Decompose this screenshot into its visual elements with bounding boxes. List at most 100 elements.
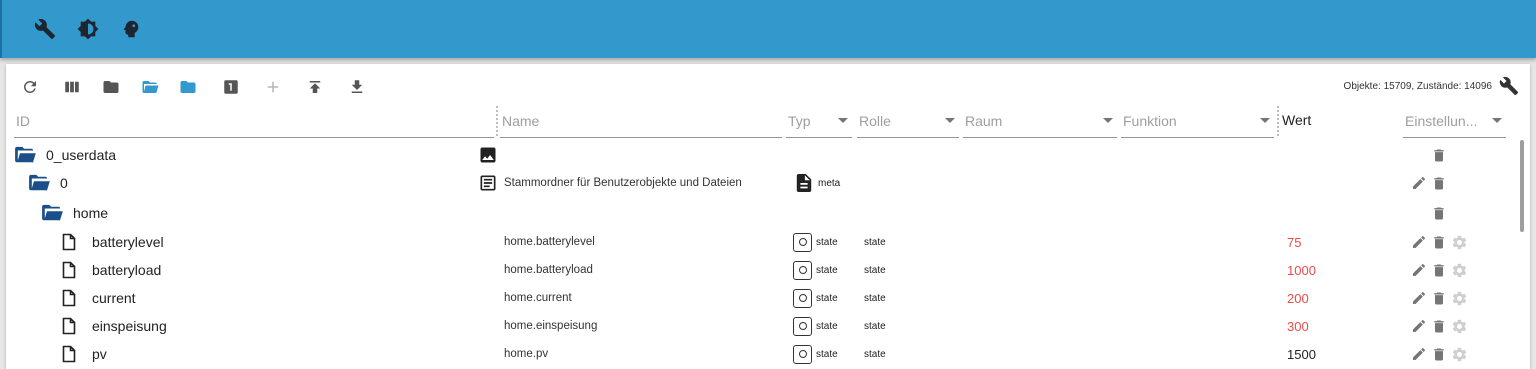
trash-icon[interactable] bbox=[1429, 202, 1449, 224]
chevron-down-icon bbox=[1492, 118, 1502, 123]
object-type: state bbox=[816, 264, 838, 276]
column-resizer[interactable] bbox=[1277, 106, 1279, 136]
table-row[interactable]: home bbox=[6, 199, 1516, 227]
folder-closed-icon[interactable] bbox=[100, 76, 122, 98]
file-icon bbox=[62, 345, 86, 363]
wert-column-label: Wert bbox=[1282, 112, 1312, 128]
edit-icon[interactable] bbox=[1409, 259, 1429, 281]
column-resizer[interactable] bbox=[496, 106, 498, 136]
object-name: Stammordner für Benutzerobjekte und Date… bbox=[504, 177, 742, 189]
trash-icon[interactable] bbox=[1429, 315, 1449, 337]
object-value[interactable]: 1000 bbox=[1287, 256, 1316, 284]
file-icon bbox=[62, 261, 86, 279]
folder-open-icon[interactable] bbox=[28, 174, 54, 192]
object-id: batteryload bbox=[92, 262, 162, 278]
wrench-icon[interactable] bbox=[32, 16, 58, 42]
file-icon bbox=[62, 289, 86, 307]
object-value[interactable]: 300 bbox=[1287, 312, 1309, 340]
typ-select[interactable]: Typ bbox=[786, 106, 852, 138]
action-spacer bbox=[1409, 202, 1429, 224]
object-name: home.current bbox=[504, 292, 572, 304]
table-row[interactable]: 0 Stammordner für Benutzerobjekte und Dat… bbox=[6, 169, 1516, 197]
add-icon[interactable] bbox=[262, 76, 284, 98]
app-bar bbox=[0, 0, 1536, 58]
object-type: state bbox=[816, 292, 838, 304]
edit-icon[interactable] bbox=[1409, 231, 1429, 253]
table-row[interactable]: einspeisung home.einspeisung state state 300 bbox=[6, 312, 1516, 340]
rolle-select[interactable]: Rolle bbox=[857, 106, 959, 138]
object-id: 0_userdata bbox=[46, 147, 117, 163]
trash-icon[interactable] bbox=[1429, 231, 1449, 253]
folder-open-icon[interactable] bbox=[14, 146, 40, 164]
gear-icon[interactable] bbox=[1449, 287, 1469, 309]
folder-open-icon[interactable] bbox=[139, 76, 161, 98]
state-icon bbox=[793, 288, 812, 308]
gear-icon[interactable] bbox=[1449, 231, 1469, 253]
table-row[interactable]: batterylevel home.batterylevel state state 7… bbox=[6, 228, 1516, 256]
object-name: home.einspeisung bbox=[504, 320, 598, 332]
wrench-icon[interactable] bbox=[1498, 75, 1520, 97]
object-value[interactable]: 75 bbox=[1287, 228, 1301, 256]
table-row[interactable]: batteryload home.batteryload state state 100… bbox=[6, 256, 1516, 284]
trash-icon[interactable] bbox=[1429, 343, 1449, 365]
trash-icon[interactable] bbox=[1429, 172, 1449, 194]
folder-blue-icon[interactable] bbox=[177, 76, 199, 98]
object-name: home.pv bbox=[504, 348, 549, 360]
object-type: state bbox=[816, 348, 838, 360]
columns-icon[interactable] bbox=[61, 76, 83, 98]
object-type: state bbox=[816, 236, 838, 248]
object-id: current bbox=[92, 290, 136, 306]
raum-select[interactable]: Raum bbox=[963, 106, 1117, 138]
gear-icon[interactable] bbox=[1449, 343, 1469, 365]
action-spacer bbox=[1449, 144, 1469, 166]
gear-icon[interactable] bbox=[1449, 259, 1469, 281]
edit-icon[interactable] bbox=[1409, 315, 1429, 337]
edit-icon[interactable] bbox=[1409, 287, 1429, 309]
object-type: state bbox=[816, 320, 838, 332]
object-id: batterylevel bbox=[92, 234, 164, 250]
trash-icon[interactable] bbox=[1429, 259, 1449, 281]
scrollbar[interactable] bbox=[1520, 140, 1524, 232]
upload-icon[interactable] bbox=[304, 76, 326, 98]
funktion-select[interactable]: Funktion bbox=[1121, 106, 1274, 138]
table-row[interactable]: pv home.pv state state 1500 bbox=[6, 340, 1516, 368]
name-filter-input[interactable]: Name bbox=[500, 106, 782, 138]
document-icon bbox=[796, 174, 812, 192]
object-counts: Objekte: 15709, Zustände: 14096 bbox=[1343, 81, 1492, 92]
chevron-down-icon bbox=[945, 118, 955, 123]
typ-column-label: Typ bbox=[788, 113, 811, 129]
action-spacer bbox=[1449, 202, 1469, 224]
id-filter-input[interactable]: ID bbox=[14, 106, 494, 138]
number-one-icon[interactable] bbox=[220, 76, 242, 98]
einstellungen-column-label: Einstellun... bbox=[1405, 113, 1478, 129]
rolle-column-label: Rolle bbox=[859, 113, 891, 129]
edit-icon[interactable] bbox=[1409, 343, 1429, 365]
trash-icon[interactable] bbox=[1429, 144, 1449, 166]
state-icon bbox=[793, 316, 812, 336]
object-id: home bbox=[73, 205, 109, 221]
action-spacer bbox=[1409, 144, 1429, 166]
gear-icon[interactable] bbox=[1449, 315, 1469, 337]
object-id: 0 bbox=[60, 175, 68, 191]
name-column-label: Name bbox=[502, 113, 540, 129]
brightness-icon[interactable] bbox=[75, 16, 101, 42]
download-icon[interactable] bbox=[346, 76, 368, 98]
object-value[interactable]: 200 bbox=[1287, 284, 1309, 312]
trash-icon[interactable] bbox=[1429, 287, 1449, 309]
raum-column-label: Raum bbox=[965, 113, 1003, 129]
einstellungen-select[interactable]: Einstellun... bbox=[1403, 106, 1506, 138]
action-spacer bbox=[1449, 172, 1469, 194]
object-value[interactable]: 1500 bbox=[1287, 340, 1316, 368]
head-icon[interactable] bbox=[118, 16, 144, 42]
object-role: state bbox=[864, 264, 886, 276]
table-row[interactable]: current home.current state state 200 bbox=[6, 284, 1516, 312]
chevron-down-icon bbox=[1103, 118, 1113, 123]
object-name: home.batterylevel bbox=[504, 236, 595, 248]
notes-icon bbox=[478, 173, 498, 193]
edit-icon[interactable] bbox=[1409, 172, 1429, 194]
state-icon bbox=[793, 344, 812, 364]
table-row[interactable]: 0_userdata bbox=[6, 141, 1516, 169]
refresh-icon[interactable] bbox=[19, 76, 41, 98]
chevron-down-icon bbox=[838, 118, 848, 123]
folder-open-icon[interactable] bbox=[41, 204, 67, 222]
